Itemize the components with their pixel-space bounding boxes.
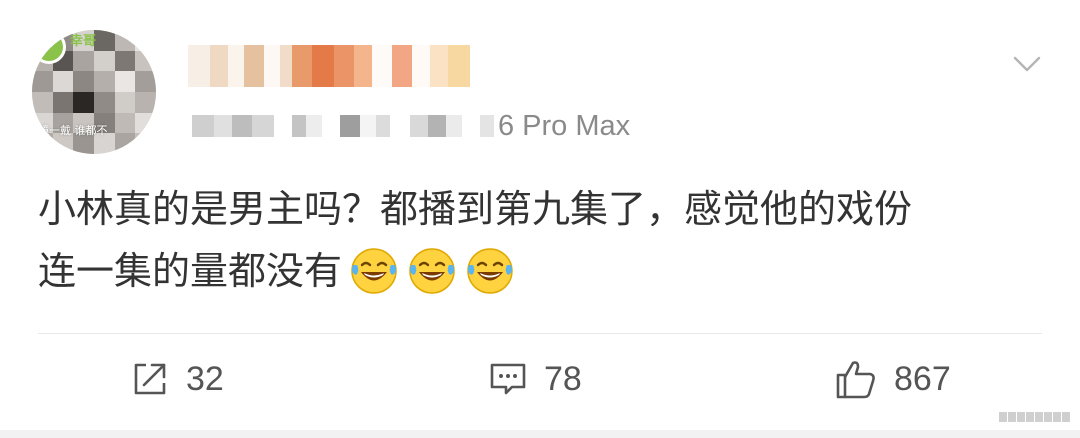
avatar-caption: 镜一戴 谁都不 [38,124,108,137]
thumbs-up-icon [836,361,875,399]
post-time-redacted [192,115,494,137]
avatar-badge-icon [32,30,66,64]
comment-icon [490,363,526,395]
repost-button[interactable]: 32 [130,356,224,402]
post-meta: 6 Pro Max [192,106,630,146]
comment-button[interactable]: 78 [488,356,582,402]
divider [38,333,1042,334]
comment-count: 78 [544,359,582,398]
repost-icon [134,363,166,395]
post-content: 小林真的是男主吗？都播到第九集了，感觉他的戏份 连一集的量都没有 [38,178,1048,302]
device-label: 6 Pro Max [498,109,631,142]
watermark-redacted [999,412,1070,422]
action-bar: 32 78 867 [0,340,1080,422]
content-line-2-text: 连一集的量都没有 [38,249,343,293]
content-line-2: 连一集的量都没有 [38,240,1048,302]
chevron-down-icon[interactable] [1012,52,1042,76]
content-line-1: 小林真的是男主吗？都播到第九集了，感觉他的戏份 [38,187,913,231]
like-count: 867 [894,359,951,398]
username-redacted[interactable] [188,45,470,87]
bottom-separator [0,430,1080,438]
laugh-cry-emoji-icon [467,248,513,294]
like-button[interactable]: 867 [834,356,951,402]
emoji-row [348,245,516,297]
weibo-comment-card: 幸哥 镜一戴 谁都不 6 Pro Max 小林真的是男主吗？都播到第九集了，感觉… [0,0,1080,438]
laugh-cry-emoji-icon [409,248,455,294]
laugh-cry-emoji-icon [351,248,397,294]
avatar-decoration-text: 幸哥 [70,34,97,49]
user-avatar[interactable]: 幸哥 镜一戴 谁都不 [32,30,156,154]
repost-count: 32 [186,359,224,398]
